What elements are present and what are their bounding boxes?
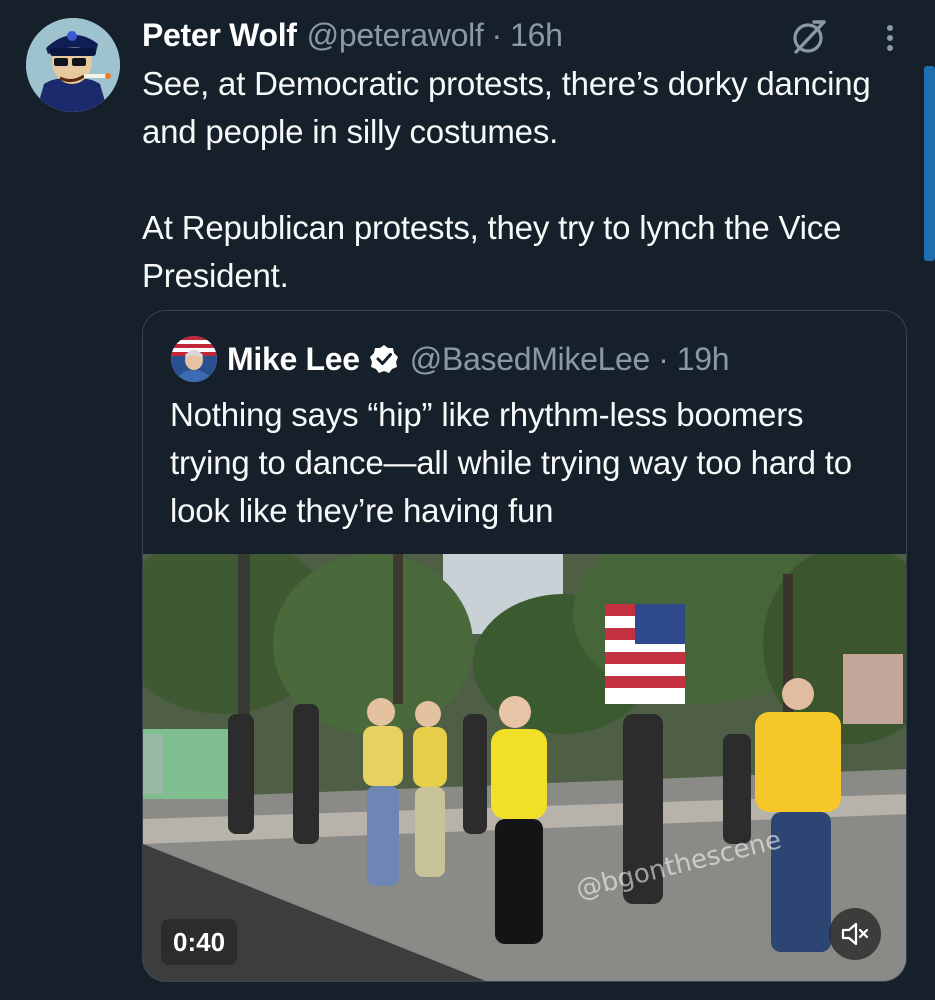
quoted-tweet-card[interactable]: Mike Lee @BasedMikeLee · 19h Nothing say…: [142, 310, 907, 982]
quoted-video[interactable]: @bgonthescene 0:40: [143, 554, 906, 981]
verified-badge-icon: [369, 345, 398, 373]
quoted-avatar-illustration: [171, 336, 217, 382]
author-avatar[interactable]: [26, 18, 120, 112]
quoted-header: Mike Lee @BasedMikeLee · 19h: [227, 337, 730, 381]
more-vertical-icon[interactable]: [874, 18, 906, 58]
tweet-text: See, at Democratic protests, there’s dor…: [142, 60, 912, 300]
video-frame: [143, 554, 906, 981]
author-name[interactable]: Peter Wolf: [142, 17, 297, 54]
grok-icon[interactable]: [790, 18, 828, 56]
quoted-author-handle[interactable]: @BasedMikeLee: [410, 341, 651, 378]
tweet-page: Peter Wolf @peterawolf · 16h See, at Dem…: [0, 0, 935, 1000]
tweet-timestamp[interactable]: 16h: [510, 17, 563, 54]
mute-button[interactable]: [829, 908, 881, 960]
quoted-author-name[interactable]: Mike Lee: [227, 341, 360, 378]
quoted-timestamp[interactable]: 19h: [677, 341, 730, 378]
author-avatar-illustration: [26, 18, 120, 112]
tweet-paragraph-1: See, at Democratic protests, there’s dor…: [142, 65, 871, 150]
quoted-author-avatar[interactable]: [171, 336, 217, 382]
scrollbar-thumb[interactable]: [924, 66, 935, 261]
video-duration: 0:40: [161, 919, 238, 965]
tweet-header: Peter Wolf @peterawolf · 16h: [142, 14, 563, 56]
header-separator: ·: [491, 16, 503, 53]
tweet-paragraph-2: At Republican protests, they try to lync…: [142, 209, 842, 294]
quoted-tweet-text: Nothing says “hip” like rhythm-less boom…: [170, 396, 852, 529]
quoted-header-separator: ·: [658, 340, 669, 377]
author-handle[interactable]: @peterawolf: [307, 17, 484, 54]
speaker-muted-icon: [841, 922, 869, 946]
